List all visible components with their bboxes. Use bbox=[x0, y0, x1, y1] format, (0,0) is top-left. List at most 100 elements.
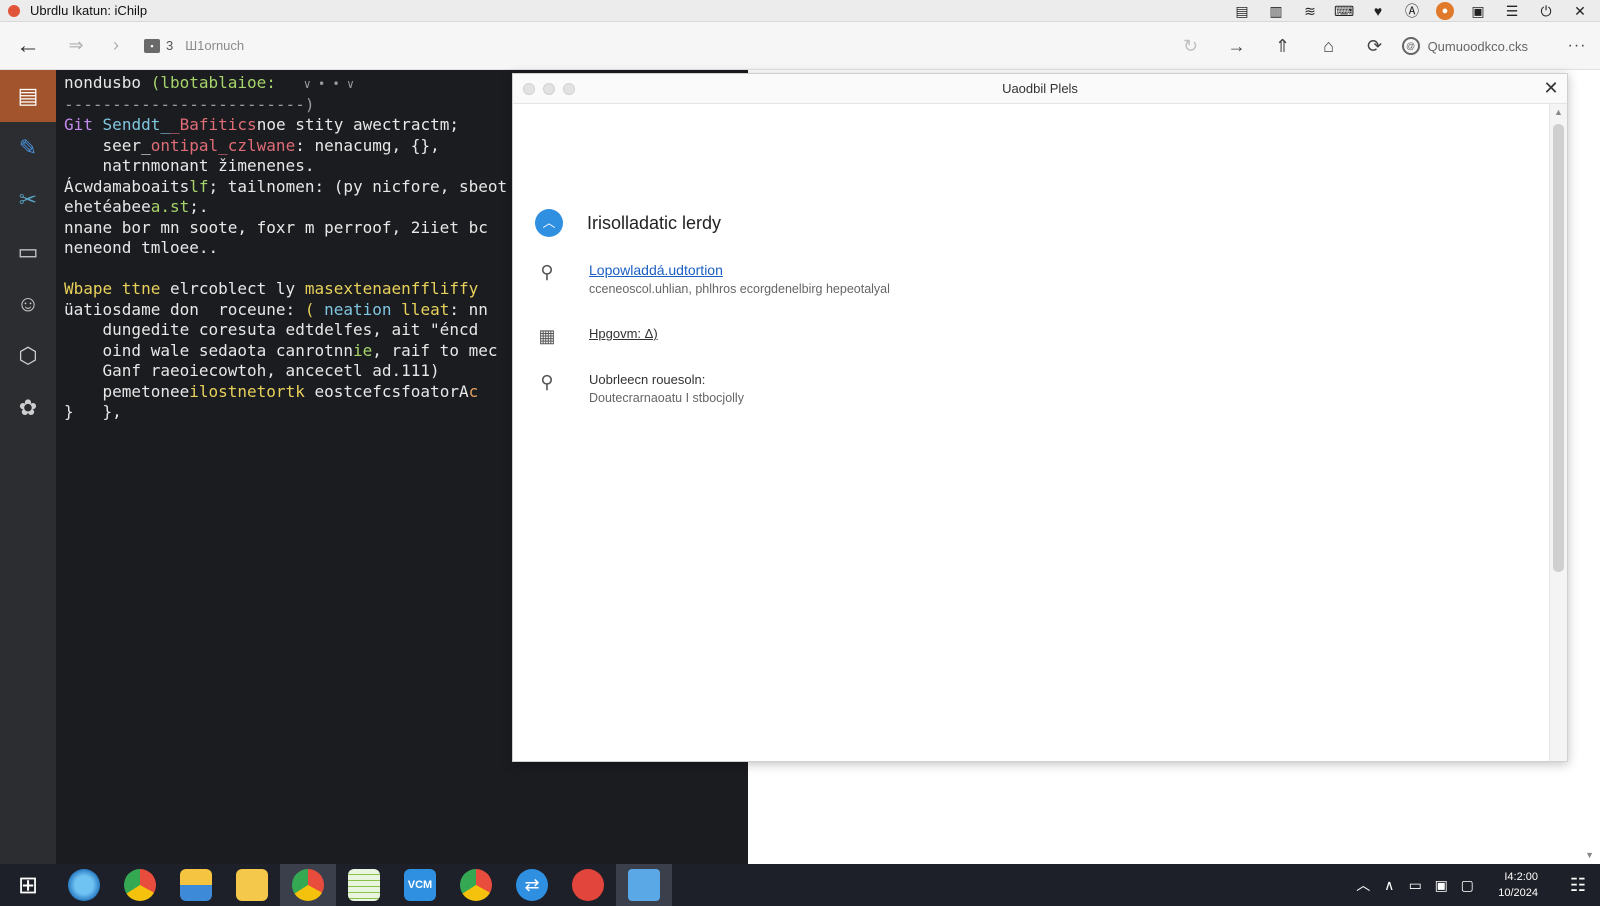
taskbar-app-safari[interactable] bbox=[56, 864, 112, 906]
chevron-right-icon[interactable]: › bbox=[96, 35, 136, 56]
code-token: c bbox=[468, 381, 479, 401]
code-token: dungedite coresuta edtdelfes, ait "éncd bbox=[64, 320, 479, 339]
power-icon[interactable]: ⏻ bbox=[1536, 0, 1556, 22]
apple-menu-icon[interactable] bbox=[0, 0, 28, 22]
list-item[interactable]: ⚲ Lopowladdá.udtortion cceneoscol.uhlian… bbox=[535, 262, 890, 296]
code-token: ; tailnomen: (py nicfore, sbeot bbox=[208, 176, 508, 196]
code-token: lf bbox=[189, 176, 209, 196]
tab-chip[interactable]: ▪ 3 Ш1ornuch bbox=[144, 38, 244, 53]
menu-bar: Ubrdlu Ikatun: iChilp ▤ ▥ ≋ ⌨ ♥ Ⓐ ● ▣ ☰ … bbox=[0, 0, 1600, 22]
taskbar-app-folder[interactable] bbox=[224, 864, 280, 906]
emoji-icon[interactable]: ☺ bbox=[0, 278, 56, 330]
a-icon[interactable]: Ⓐ bbox=[1402, 0, 1422, 22]
arrow-right-icon[interactable]: → bbox=[1214, 36, 1260, 57]
list-item-title: Uobrleecn rouesoln: bbox=[589, 372, 706, 387]
display-icon[interactable]: ▥ bbox=[1266, 0, 1286, 22]
tools-icon[interactable]: ✂ bbox=[0, 174, 56, 226]
clock-time: I4:2:00 bbox=[1504, 871, 1538, 883]
wifi-icon[interactable]: ≋ bbox=[1300, 0, 1320, 22]
taskbar-app-chrome-2[interactable] bbox=[448, 864, 504, 906]
code-token: Ganf raeoiecowtoh, ancecetl ad.111) bbox=[64, 361, 440, 380]
screen-icon[interactable]: ▣ bbox=[1468, 0, 1488, 22]
chrome-icon bbox=[460, 869, 492, 901]
fold-marker[interactable]: ∨ • • ∨ bbox=[304, 77, 355, 91]
chevron-up-icon[interactable]: ︿ bbox=[535, 209, 563, 237]
sync-icon: ⇄ bbox=[516, 869, 548, 901]
code-token: -------------------------) bbox=[64, 94, 315, 114]
window-minimize-light[interactable] bbox=[543, 83, 555, 95]
list-item-link[interactable]: Lopowladdá.udtortion bbox=[589, 262, 890, 278]
list-item-title[interactable]: Hpgovm: Δ) bbox=[589, 326, 658, 341]
window-icon[interactable]: ▭ bbox=[0, 226, 56, 278]
folder-icon bbox=[236, 869, 268, 901]
back-button[interactable]: ← bbox=[0, 22, 56, 70]
taskbar-app-vcm[interactable]: VCM bbox=[392, 864, 448, 906]
volume-icon[interactable]: ▣ bbox=[1428, 877, 1454, 894]
list-item-sub: Doutecrarnaoatu I stbocjolly bbox=[589, 391, 744, 405]
scrollbar-thumb[interactable] bbox=[1553, 124, 1564, 572]
dialog-window: Uaodbil Plels ✕ ︿ Irisolladatic lerdy ⚲ … bbox=[512, 73, 1568, 762]
hexagon-icon[interactable]: ⬡ bbox=[0, 330, 56, 382]
search-icon: ⚲ bbox=[540, 372, 554, 392]
bin-icon bbox=[628, 869, 660, 901]
start-button[interactable]: ⊞ bbox=[0, 864, 56, 906]
code-token: ie bbox=[352, 340, 373, 360]
battery-icon[interactable]: ▤ bbox=[1232, 0, 1252, 22]
notification-icon[interactable]: ☷ bbox=[1556, 875, 1600, 896]
dialog-scrollbar[interactable]: ▲ bbox=[1549, 104, 1567, 761]
window-close-light[interactable] bbox=[523, 83, 535, 95]
close-icon[interactable]: ✕ bbox=[1570, 0, 1590, 22]
orange-app-icon[interactable]: ● bbox=[1436, 2, 1454, 20]
taskbar-app-bin[interactable] bbox=[616, 864, 672, 906]
editor-icon[interactable]: ▤ bbox=[0, 70, 56, 122]
profile-text: Qumuoodkco.cks bbox=[1427, 38, 1528, 54]
profile-button[interactable]: @ Qumuoodkco.cks bbox=[1401, 37, 1528, 55]
chat-icon[interactable]: ▭ bbox=[1402, 877, 1428, 894]
taskbar-app-sync[interactable]: ⇄ bbox=[504, 864, 560, 906]
list-item-sub: cceneoscol.uhlian, phlhros ecorgdenelbir… bbox=[589, 282, 890, 296]
code-token: eostcefcsfoatorA bbox=[314, 381, 469, 401]
taskbar-app-chrome[interactable] bbox=[112, 864, 168, 906]
taskbar-app-red[interactable] bbox=[560, 864, 616, 906]
caret-up-icon[interactable]: ∧ bbox=[1376, 877, 1402, 894]
toolbar-actions: ↻ → ⇑ ⌂ ⟳ @ Qumuoodkco.cks ··· bbox=[1168, 22, 1600, 70]
code-token: ;. bbox=[189, 197, 209, 216]
list-item[interactable]: ⚲ Uobrleecn rouesoln: Doutecrarnaoatu I … bbox=[535, 372, 744, 405]
taskbar-app-notes[interactable] bbox=[336, 864, 392, 906]
heart-icon[interactable]: ♥ bbox=[1368, 0, 1388, 22]
film-reel-icon[interactable]: ✿ bbox=[0, 382, 56, 434]
home-icon[interactable]: ⌂ bbox=[1306, 36, 1352, 57]
profile-icon: @ bbox=[1401, 37, 1420, 55]
message-icon[interactable]: ▢ bbox=[1454, 877, 1480, 894]
code-token: neation bbox=[314, 299, 402, 319]
code-token: a.st bbox=[150, 197, 190, 216]
app-title[interactable]: Ubrdlu Ikatun: iChilp bbox=[30, 3, 147, 18]
chevron-up-icon[interactable]: ︿ bbox=[1350, 875, 1376, 895]
paint-brush-icon[interactable]: ✎ bbox=[0, 122, 56, 174]
scroll-up-icon[interactable]: ▲ bbox=[1554, 107, 1563, 117]
tab-icon: ▪ bbox=[144, 38, 160, 53]
sidebar: ▤ ✎ ✂ ▭ ☺ ⬡ ✿ bbox=[0, 70, 56, 864]
tab-label: Ш1ornuch bbox=[185, 38, 245, 53]
keyboard-icon[interactable]: ⌨ bbox=[1334, 0, 1354, 22]
clock-date: 10/2024 bbox=[1498, 887, 1538, 899]
window-maximize-light[interactable] bbox=[563, 83, 575, 95]
clock[interactable]: I4:2:00 10/2024 bbox=[1498, 869, 1538, 901]
code-token: nondusbo bbox=[64, 73, 151, 92]
dialog-close-button[interactable]: ✕ bbox=[1541, 78, 1561, 98]
code-token: : nenacumg, {}, bbox=[295, 135, 440, 155]
taskbar-app-chrome-active[interactable] bbox=[280, 864, 336, 906]
taskbar-app-files[interactable] bbox=[168, 864, 224, 906]
dialog-titlebar: Uaodbil Plels ✕ bbox=[513, 74, 1567, 104]
forward-button[interactable]: ⇒ bbox=[56, 35, 96, 56]
more-menu-button[interactable]: ··· bbox=[1554, 37, 1600, 55]
sync-icon[interactable]: ⟳ bbox=[1352, 36, 1398, 57]
list-icon[interactable]: ☰ bbox=[1502, 0, 1522, 22]
code-token: noe stity awectractm; bbox=[256, 115, 459, 134]
scroll-down-icon[interactable]: ▼ bbox=[1585, 850, 1594, 860]
list-item[interactable]: ▦ Hpgovm: Δ) bbox=[535, 326, 658, 347]
reload-icon[interactable]: ↻ bbox=[1168, 36, 1214, 57]
code-token: Wbape ttne bbox=[64, 279, 161, 298]
upload-icon[interactable]: ⇑ bbox=[1260, 36, 1306, 57]
